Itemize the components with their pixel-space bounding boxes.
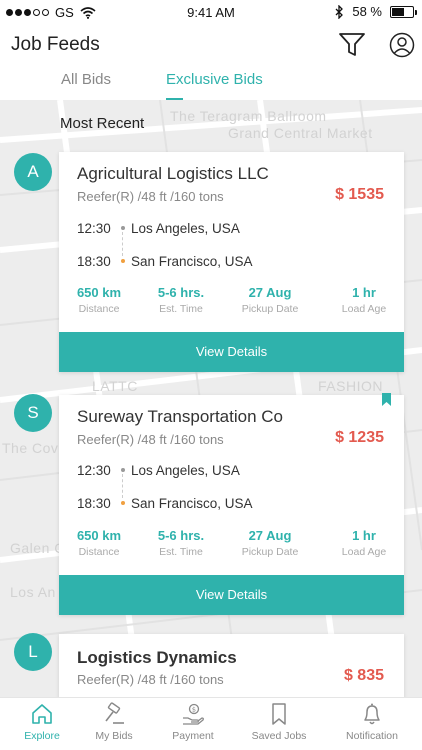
map-label: The Cove bbox=[2, 440, 67, 456]
stat-pickup-date: 27 Aug Pickup Date bbox=[241, 528, 299, 558]
pickup-dot bbox=[121, 468, 125, 472]
bluetooth-icon bbox=[335, 4, 344, 19]
bookmark-icon[interactable] bbox=[382, 393, 391, 406]
map-label: The Teragram Ballroom bbox=[170, 108, 327, 124]
payment-hand-icon: $ bbox=[183, 703, 204, 725]
map-label: LATTC bbox=[92, 378, 138, 394]
drop-time: 18:30 bbox=[77, 254, 111, 269]
drop-time: 18:30 bbox=[77, 496, 111, 511]
nav-payment[interactable]: $ Payment bbox=[151, 702, 235, 742]
nav-saved-jobs[interactable]: Saved Jobs bbox=[237, 702, 321, 742]
pickup-city: Los Angeles, USA bbox=[131, 221, 240, 236]
view-details-button[interactable]: View Details bbox=[59, 575, 404, 615]
nav-my-bids[interactable]: My Bids bbox=[72, 702, 156, 742]
drop-dot bbox=[121, 501, 125, 505]
load-specs: Reefer(R) /48 ft /160 tons bbox=[77, 432, 224, 447]
company-avatar: S bbox=[14, 394, 52, 432]
tab-all-bids[interactable]: All Bids bbox=[61, 71, 111, 88]
pickup-time: 12:30 bbox=[77, 221, 111, 236]
pickup-dot bbox=[121, 226, 125, 230]
page-title: Job Feeds bbox=[11, 34, 100, 55]
nav-notification[interactable]: Notification bbox=[330, 702, 414, 742]
drop-city: San Francisco, USA bbox=[131, 496, 253, 511]
drop-city: San Francisco, USA bbox=[131, 254, 253, 269]
app-header: Job Feeds All Bids Exclusive Bids bbox=[0, 24, 422, 100]
job-card[interactable]: Agricultural Logistics LLC Reefer(R) /48… bbox=[59, 152, 404, 372]
load-specs: Reefer(R) /48 ft /160 tons bbox=[77, 672, 224, 687]
company-name: Logistics Dynamics bbox=[77, 648, 237, 667]
job-card[interactable]: Sureway Transportation Co Reefer(R) /48 … bbox=[59, 393, 404, 615]
section-title: Most Recent bbox=[60, 115, 145, 132]
bid-price: $ 1235 bbox=[335, 429, 384, 446]
bookmark-icon bbox=[272, 703, 286, 725]
stat-load-age: 1 hr Load Age bbox=[341, 285, 387, 315]
map-label: Grand Central Market bbox=[228, 125, 373, 141]
bell-icon bbox=[364, 703, 380, 725]
pickup-city: Los Angeles, USA bbox=[131, 463, 240, 478]
pickup-time: 12:30 bbox=[77, 463, 111, 478]
company-name: Sureway Transportation Co bbox=[77, 407, 283, 426]
stat-est-time: 5-6 hrs. Est. Time bbox=[157, 528, 205, 558]
drop-dot bbox=[121, 259, 125, 263]
stat-load-age: 1 hr Load Age bbox=[341, 528, 387, 558]
tab-exclusive-bids[interactable]: Exclusive Bids bbox=[166, 71, 263, 88]
route-line bbox=[122, 474, 123, 498]
stat-pickup-date: 27 Aug Pickup Date bbox=[241, 285, 299, 315]
active-tab-indicator bbox=[166, 98, 183, 100]
job-card[interactable]: Logistics Dynamics Reefer(R) /48 ft /160… bbox=[59, 634, 404, 704]
bid-price: $ 1535 bbox=[335, 186, 384, 203]
bid-price: $ 835 bbox=[343, 667, 384, 684]
stat-distance: 650 km Distance bbox=[76, 285, 122, 315]
map-label: Galen C bbox=[10, 540, 65, 556]
bottom-navigation: Explore My Bids $ Payment Saved Jobs Not… bbox=[0, 697, 422, 750]
company-name: Agricultural Logistics LLC bbox=[77, 164, 269, 183]
svg-text:$: $ bbox=[192, 706, 196, 714]
profile-button[interactable] bbox=[389, 32, 415, 58]
status-bar: GS 9:41 AM 58 % bbox=[0, 0, 422, 24]
map-label: FASHION bbox=[318, 378, 383, 394]
battery-percent: 58 % bbox=[352, 4, 382, 19]
user-icon bbox=[389, 32, 415, 58]
company-avatar: L bbox=[14, 633, 52, 671]
stat-est-time: 5-6 hrs. Est. Time bbox=[157, 285, 205, 315]
battery-icon bbox=[390, 5, 417, 18]
company-avatar: A bbox=[14, 153, 52, 191]
load-specs: Reefer(R) /48 ft /160 tons bbox=[77, 189, 224, 204]
bid-tabs: All Bids Exclusive Bids bbox=[0, 68, 422, 100]
view-details-button[interactable]: View Details bbox=[59, 332, 404, 372]
gavel-icon bbox=[105, 702, 124, 724]
route-line bbox=[122, 232, 123, 256]
filter-icon bbox=[339, 33, 365, 56]
filter-button[interactable] bbox=[338, 32, 366, 58]
stat-distance: 650 km Distance bbox=[76, 528, 122, 558]
map-label: Los An bbox=[10, 584, 56, 600]
home-icon bbox=[32, 704, 52, 724]
